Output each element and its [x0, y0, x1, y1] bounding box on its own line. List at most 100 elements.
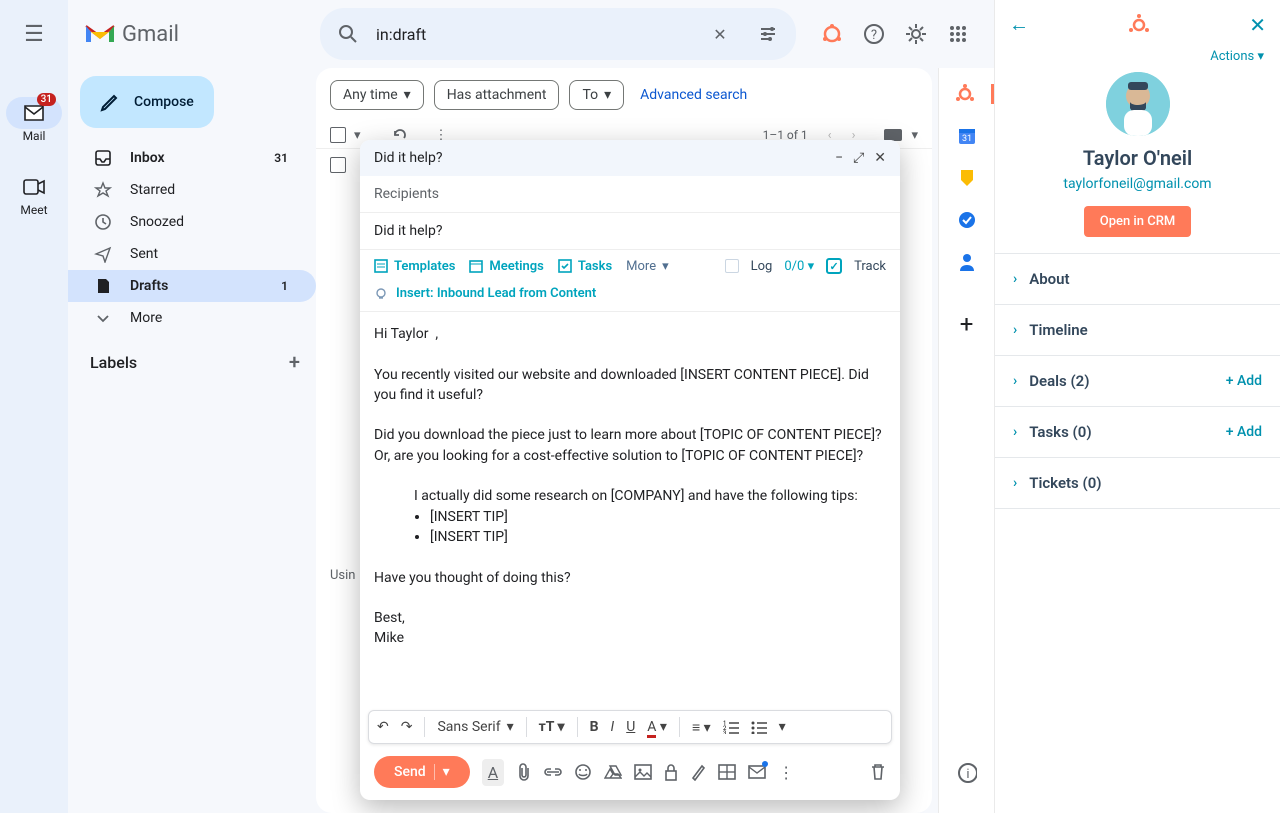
chip-has-attachment[interactable]: Has attachment	[434, 80, 560, 110]
nav-sent[interactable]: Sent	[68, 238, 316, 270]
compose-body[interactable]: Hi Taylor ,You recently visited our webs…	[360, 312, 900, 710]
underline-icon[interactable]: U	[626, 719, 635, 735]
font-picker[interactable]: Sans Serif ▾	[437, 719, 513, 735]
minimize-icon[interactable]: −	[835, 150, 843, 166]
advanced-search-link[interactable]: Advanced search	[640, 87, 747, 103]
send-button[interactable]: Send▾	[374, 756, 470, 788]
labels-header: Labels +	[68, 334, 316, 374]
hub-more[interactable]: More ▾	[626, 259, 668, 274]
compose-button[interactable]: Compose	[80, 76, 214, 128]
gmail-logo[interactable]: Gmail	[84, 22, 304, 47]
recipients-field[interactable]: Recipients	[360, 176, 900, 213]
font-size-icon[interactable]: тT ▾	[539, 719, 565, 735]
log-count[interactable]: 0/0 ▾	[784, 259, 814, 274]
chip-any-time[interactable]: Any time ▾	[330, 80, 424, 110]
select-caret-icon[interactable]: ▾	[354, 128, 361, 143]
subject-field[interactable]: Did it help?	[360, 213, 900, 250]
hub-templates[interactable]: Templates	[374, 259, 455, 274]
drive-icon[interactable]	[604, 764, 622, 780]
hubspot-rail-icon[interactable]	[955, 84, 975, 104]
hubspot-header-icon[interactable]	[812, 14, 852, 54]
search-options-icon[interactable]	[748, 14, 788, 54]
select-all-checkbox[interactable]	[330, 127, 346, 143]
clear-search-icon[interactable]: ✕	[700, 14, 740, 54]
menu-icon[interactable]: ☰	[14, 12, 54, 57]
panel-actions-menu[interactable]: Actions ▾	[995, 49, 1280, 64]
close-icon[interactable]: ✕	[874, 150, 886, 166]
nav-snoozed[interactable]: Snoozed	[68, 206, 316, 238]
apps-icon[interactable]	[938, 14, 978, 54]
bullet-list-icon[interactable]	[751, 720, 767, 734]
section-tickets[interactable]: ›Tickets (0)	[995, 457, 1280, 509]
contacts-rail-icon[interactable]	[957, 252, 977, 272]
add-label-icon[interactable]: +	[289, 350, 300, 374]
info-rail-icon[interactable]: i	[957, 763, 977, 783]
chevron-right-icon: ›	[1013, 424, 1017, 440]
chevron-down-icon: ▾	[404, 87, 411, 103]
log-checkbox[interactable]	[725, 259, 739, 273]
keep-rail-icon[interactable]	[957, 168, 977, 188]
signature-icon[interactable]	[690, 763, 706, 781]
panel-close-icon[interactable]: ✕	[1249, 13, 1266, 37]
search-icon[interactable]	[328, 14, 368, 54]
image-icon[interactable]	[634, 764, 652, 780]
confidential-icon[interactable]	[664, 763, 678, 781]
nav-more[interactable]: More	[68, 302, 316, 334]
nav-list: Inbox 31 Starred Snoozed Sent Draf	[68, 142, 316, 334]
settings-icon[interactable]	[896, 14, 936, 54]
add-addon-icon[interactable]: +	[957, 314, 977, 334]
add-task-link[interactable]: + Add	[1226, 424, 1262, 440]
compose-title: Did it help?	[374, 150, 442, 166]
chevron-down-icon: ▾	[604, 87, 611, 103]
gmail-wordmark: Gmail	[122, 22, 179, 47]
schedule-icon[interactable]	[748, 765, 766, 779]
compose-header[interactable]: Did it help? − ⤢ ✕	[360, 140, 900, 176]
search-input[interactable]	[376, 25, 692, 44]
nav-label: More	[130, 310, 162, 326]
hub-meetings[interactable]: Meetings	[469, 259, 543, 274]
row-checkbox[interactable]	[330, 157, 346, 173]
emoji-icon[interactable]	[574, 763, 592, 781]
numbered-list-icon[interactable]: 123	[723, 720, 739, 734]
panel-back-icon[interactable]: ←	[1009, 12, 1029, 37]
rail-mail[interactable]: 31 Mail	[6, 87, 62, 153]
svg-text:?: ?	[871, 28, 877, 43]
nav-starred[interactable]: Starred	[68, 174, 316, 206]
insert-snippet-row[interactable]: Insert: Inbound Lead from Content	[360, 282, 900, 312]
section-deals[interactable]: ›Deals (2)+ Add	[995, 355, 1280, 406]
filter-row: Any time ▾ Has attachment To ▾ Advanced …	[316, 68, 932, 122]
log-label: Log	[751, 259, 773, 274]
section-tasks[interactable]: ›Tasks (0)+ Add	[995, 406, 1280, 457]
link-icon[interactable]	[544, 767, 562, 777]
more-options-icon[interactable]: ⋮	[778, 763, 794, 782]
chip-to[interactable]: To ▾	[569, 80, 624, 110]
chevron-down-icon[interactable]: ▾	[911, 128, 918, 143]
compose-action-bar: Send▾ A ⋮	[360, 744, 900, 800]
track-checkbox[interactable]: ✓	[826, 258, 842, 274]
open-crm-button[interactable]: Open in CRM	[1084, 206, 1192, 237]
layout-icon[interactable]	[718, 764, 736, 780]
search-box[interactable]: ✕	[320, 8, 796, 60]
discard-icon[interactable]	[870, 763, 886, 781]
support-icon[interactable]: ?	[854, 14, 894, 54]
tasks-rail-icon[interactable]	[957, 210, 977, 230]
format-more-icon[interactable]: ▾	[779, 719, 786, 735]
undo-icon[interactable]: ↶	[377, 719, 389, 735]
italic-icon[interactable]: I	[611, 719, 615, 735]
calendar-rail-icon[interactable]: 31	[957, 126, 977, 146]
hub-tasks[interactable]: Tasks	[558, 259, 612, 274]
expand-icon[interactable]: ⤢	[853, 150, 864, 166]
add-deal-link[interactable]: + Add	[1226, 373, 1262, 389]
nav-drafts[interactable]: Drafts 1	[68, 270, 316, 302]
section-timeline[interactable]: ›Timeline	[995, 304, 1280, 355]
align-icon[interactable]: ≡ ▾	[692, 719, 711, 736]
rail-meet[interactable]: Meet	[6, 161, 62, 227]
format-toggle-icon[interactable]: A	[482, 759, 504, 786]
attach-icon[interactable]	[516, 763, 532, 781]
nav-inbox[interactable]: Inbox 31	[68, 142, 316, 174]
bold-icon[interactable]: B	[590, 719, 599, 735]
redo-icon[interactable]: ↷	[401, 719, 413, 735]
section-about[interactable]: ›About	[995, 253, 1280, 304]
text-color-icon[interactable]: A ▾	[647, 719, 667, 735]
contact-email[interactable]: taylorfoneil@gmail.com	[995, 176, 1280, 192]
